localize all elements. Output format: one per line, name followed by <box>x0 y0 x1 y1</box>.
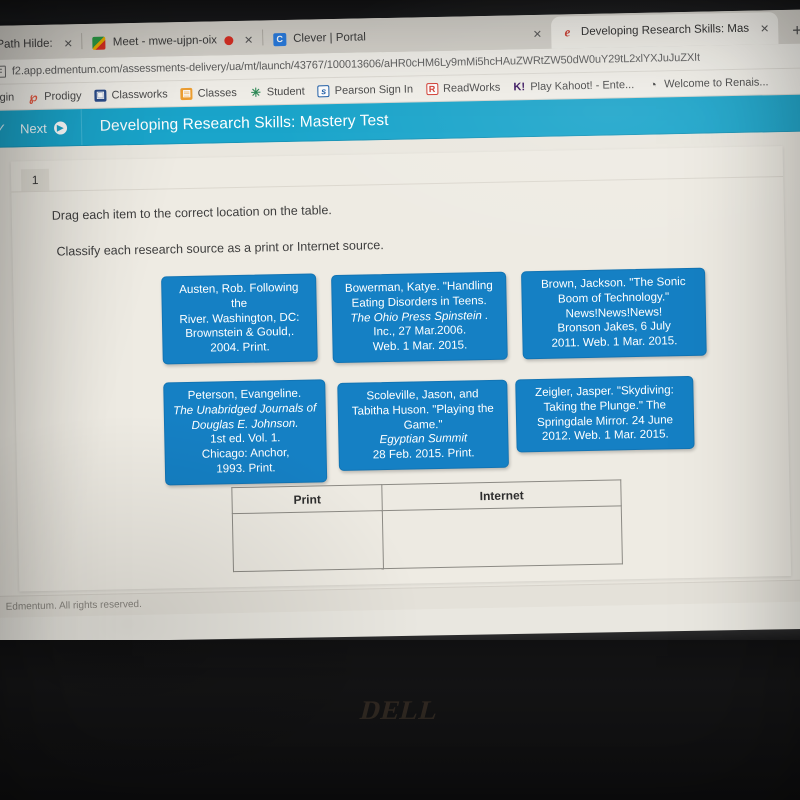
student-icon: ✳ <box>250 84 262 100</box>
bookmark-label: ReadWorks <box>442 81 501 95</box>
browser-tab-path-hilde[interactable]: Path Hilde: ✕ <box>0 28 83 60</box>
bookmark-label: Student <box>266 85 305 98</box>
card-line: River. Washington, DC: <box>179 310 300 326</box>
assessment-content-area: 1 Drag each item to the correct location… <box>0 131 800 618</box>
pearson-icon: s <box>317 84 330 97</box>
browser-tab-meet[interactable]: Meet - mwe-ujpn-oix ✕ <box>82 24 263 59</box>
recording-indicator-icon <box>223 35 234 45</box>
card-line: Eating Disorders in Teens. <box>351 293 487 310</box>
bookmark-label: Play Kahoot! - Ente... <box>530 78 635 93</box>
bookmark-classes[interactable]: ▤ Classes <box>180 86 237 100</box>
page-info-icon[interactable] <box>0 65 7 78</box>
card-line: Bronson Jakes, 6 July <box>557 319 671 336</box>
card-line: Bowerman, Katye. "Handling <box>344 278 493 295</box>
browser-tab-mastery-test[interactable]: e Developing Research Skills: Mas ✕ <box>550 12 779 49</box>
close-icon[interactable]: ✕ <box>64 37 73 50</box>
card-line: Game." <box>403 417 443 432</box>
source-card-zeigler[interactable]: Zeigler, Jasper. "Skydiving: Taking the … <box>515 375 695 453</box>
source-card-austen[interactable]: Austen, Rob. Following the River. Washin… <box>161 273 318 365</box>
next-button-label: Next <box>19 120 47 136</box>
source-card-peterson[interactable]: Peterson, Evangeline. The Unabridged Jou… <box>163 379 328 486</box>
bookmark-label: Classes <box>197 86 237 100</box>
card-line: Taking the Plunge." The <box>543 398 667 414</box>
bookmark-prodigy[interactable]: ℘ Prodigy <box>27 89 82 104</box>
copyright-text: Edmentum. All rights reserved. <box>5 598 142 613</box>
card-line: Boom of Technology." <box>557 290 670 306</box>
card-line: Inc., 27 Mar.2006. <box>373 323 467 339</box>
card-line: 2012. Web. 1 Mar. 2015. <box>541 427 669 444</box>
card-line: Brownstein & Gould,. <box>185 325 295 341</box>
arrow-right-icon: ▶ <box>53 120 67 135</box>
question-paper: 1 Drag each item to the correct location… <box>10 146 792 592</box>
next-button[interactable]: Next ▶ <box>13 109 83 147</box>
source-card-brown[interactable]: Brown, Jackson. "The Sonic Boom of Techn… <box>521 267 707 360</box>
card-line: Peterson, Evangeline. <box>187 386 302 403</box>
edge-icon: e <box>564 24 571 40</box>
new-tab-button[interactable]: + <box>778 20 800 44</box>
column-header-print: Print <box>231 484 383 514</box>
card-line: News!News!News! <box>565 305 663 321</box>
card-line: 2004. Print. <box>210 340 270 355</box>
bookmark-login[interactable]: ogin <box>0 91 14 103</box>
card-line-italic: The Ohio Press Spinstein . <box>350 308 489 325</box>
kahoot-icon: K! <box>513 80 526 93</box>
bookmark-label: Welcome to Renais... <box>664 75 769 90</box>
card-line-italic: The Unabridged Journals of Douglas E. Jo… <box>173 401 317 432</box>
bookmark-renaissance[interactable]: ◔ Welcome to Renais... <box>647 75 769 92</box>
tab-title: Clever | Portal <box>293 31 366 45</box>
tab-title: Path Hilde: <box>0 37 53 51</box>
card-line: Scoleville, Jason, and <box>366 387 479 403</box>
card-line: 1993. Print. <box>216 461 276 476</box>
card-line: Brown, Jackson. "The Sonic <box>540 275 686 291</box>
drop-zone-internet[interactable] <box>382 505 623 569</box>
check-icon[interactable]: ✓ <box>0 120 14 137</box>
close-icon[interactable]: ✕ <box>533 27 542 40</box>
prodigy-icon: ℘ <box>28 89 38 104</box>
card-line-italic: Egyptian Summit <box>379 431 468 447</box>
bookmark-readworks[interactable]: R ReadWorks <box>425 81 501 95</box>
photograph-of-laptop-screen: Path Hilde: ✕ Meet - mwe-ujpn-oix ✕ C Cl… <box>0 0 800 800</box>
readworks-icon: R <box>425 82 439 95</box>
card-line: Chicago: Anchor, <box>201 446 290 462</box>
card-line: 28 Feb. 2015. Print. <box>372 446 475 462</box>
bookmark-student[interactable]: ✳ Student <box>250 84 305 100</box>
card-line: Zeigler, Jasper. "Skydiving: <box>534 383 674 400</box>
renaissance-icon: ◔ <box>649 77 657 92</box>
source-card-scoleville[interactable]: Scoleville, Jason, and Tabitha Huson. "P… <box>337 379 509 472</box>
card-line: 1st ed. Vol. 1. <box>210 431 281 447</box>
bookmark-label: ogin <box>0 90 15 104</box>
laptop-screen: Path Hilde: ✕ Meet - mwe-ujpn-oix ✕ C Cl… <box>0 9 800 646</box>
dell-logo: DELL <box>0 695 800 726</box>
card-line: Web. 1 Mar. 2015. <box>372 338 468 354</box>
bookmark-kahoot[interactable]: K! Play Kahoot! - Ente... <box>513 79 634 93</box>
google-meet-icon <box>92 36 106 50</box>
card-line: 2011. Web. 1 Mar. 2015. <box>551 334 678 351</box>
close-icon[interactable]: ✕ <box>244 33 253 46</box>
browser-tab-clever[interactable]: C Clever | Portal ✕ <box>262 18 552 55</box>
card-line: Austen, Rob. Following the <box>179 280 299 310</box>
close-icon[interactable]: ✕ <box>760 22 769 35</box>
page-title: Developing Research Skills: Mastery Test <box>99 111 389 135</box>
bookmark-classworks[interactable]: ▣ Classworks <box>94 87 168 102</box>
bookmark-pearson[interactable]: s Pearson Sign In <box>317 82 414 97</box>
drop-zone-print[interactable] <box>232 510 384 572</box>
card-line: Tabitha Huson. "Playing the <box>351 401 494 418</box>
bookmark-label: Pearson Sign In <box>334 82 414 97</box>
clever-icon: C <box>273 32 287 46</box>
dell-logo-text: DELL <box>357 695 443 725</box>
source-card-bowerman[interactable]: Bowerman, Katye. "Handling Eating Disord… <box>331 271 508 364</box>
classes-icon: ▤ <box>180 87 193 100</box>
card-line: Springdale Mirror. 24 June <box>536 412 674 429</box>
tab-title: Developing Research Skills: Mas <box>580 22 750 39</box>
table-row <box>232 505 623 572</box>
bookmark-label: Classworks <box>111 87 168 101</box>
classification-drop-table: Print Internet <box>231 479 623 573</box>
classworks-icon: ▣ <box>94 89 107 102</box>
bookmark-label: Prodigy <box>44 89 82 103</box>
tab-title: Meet - mwe-ujpn-oix <box>112 34 218 49</box>
